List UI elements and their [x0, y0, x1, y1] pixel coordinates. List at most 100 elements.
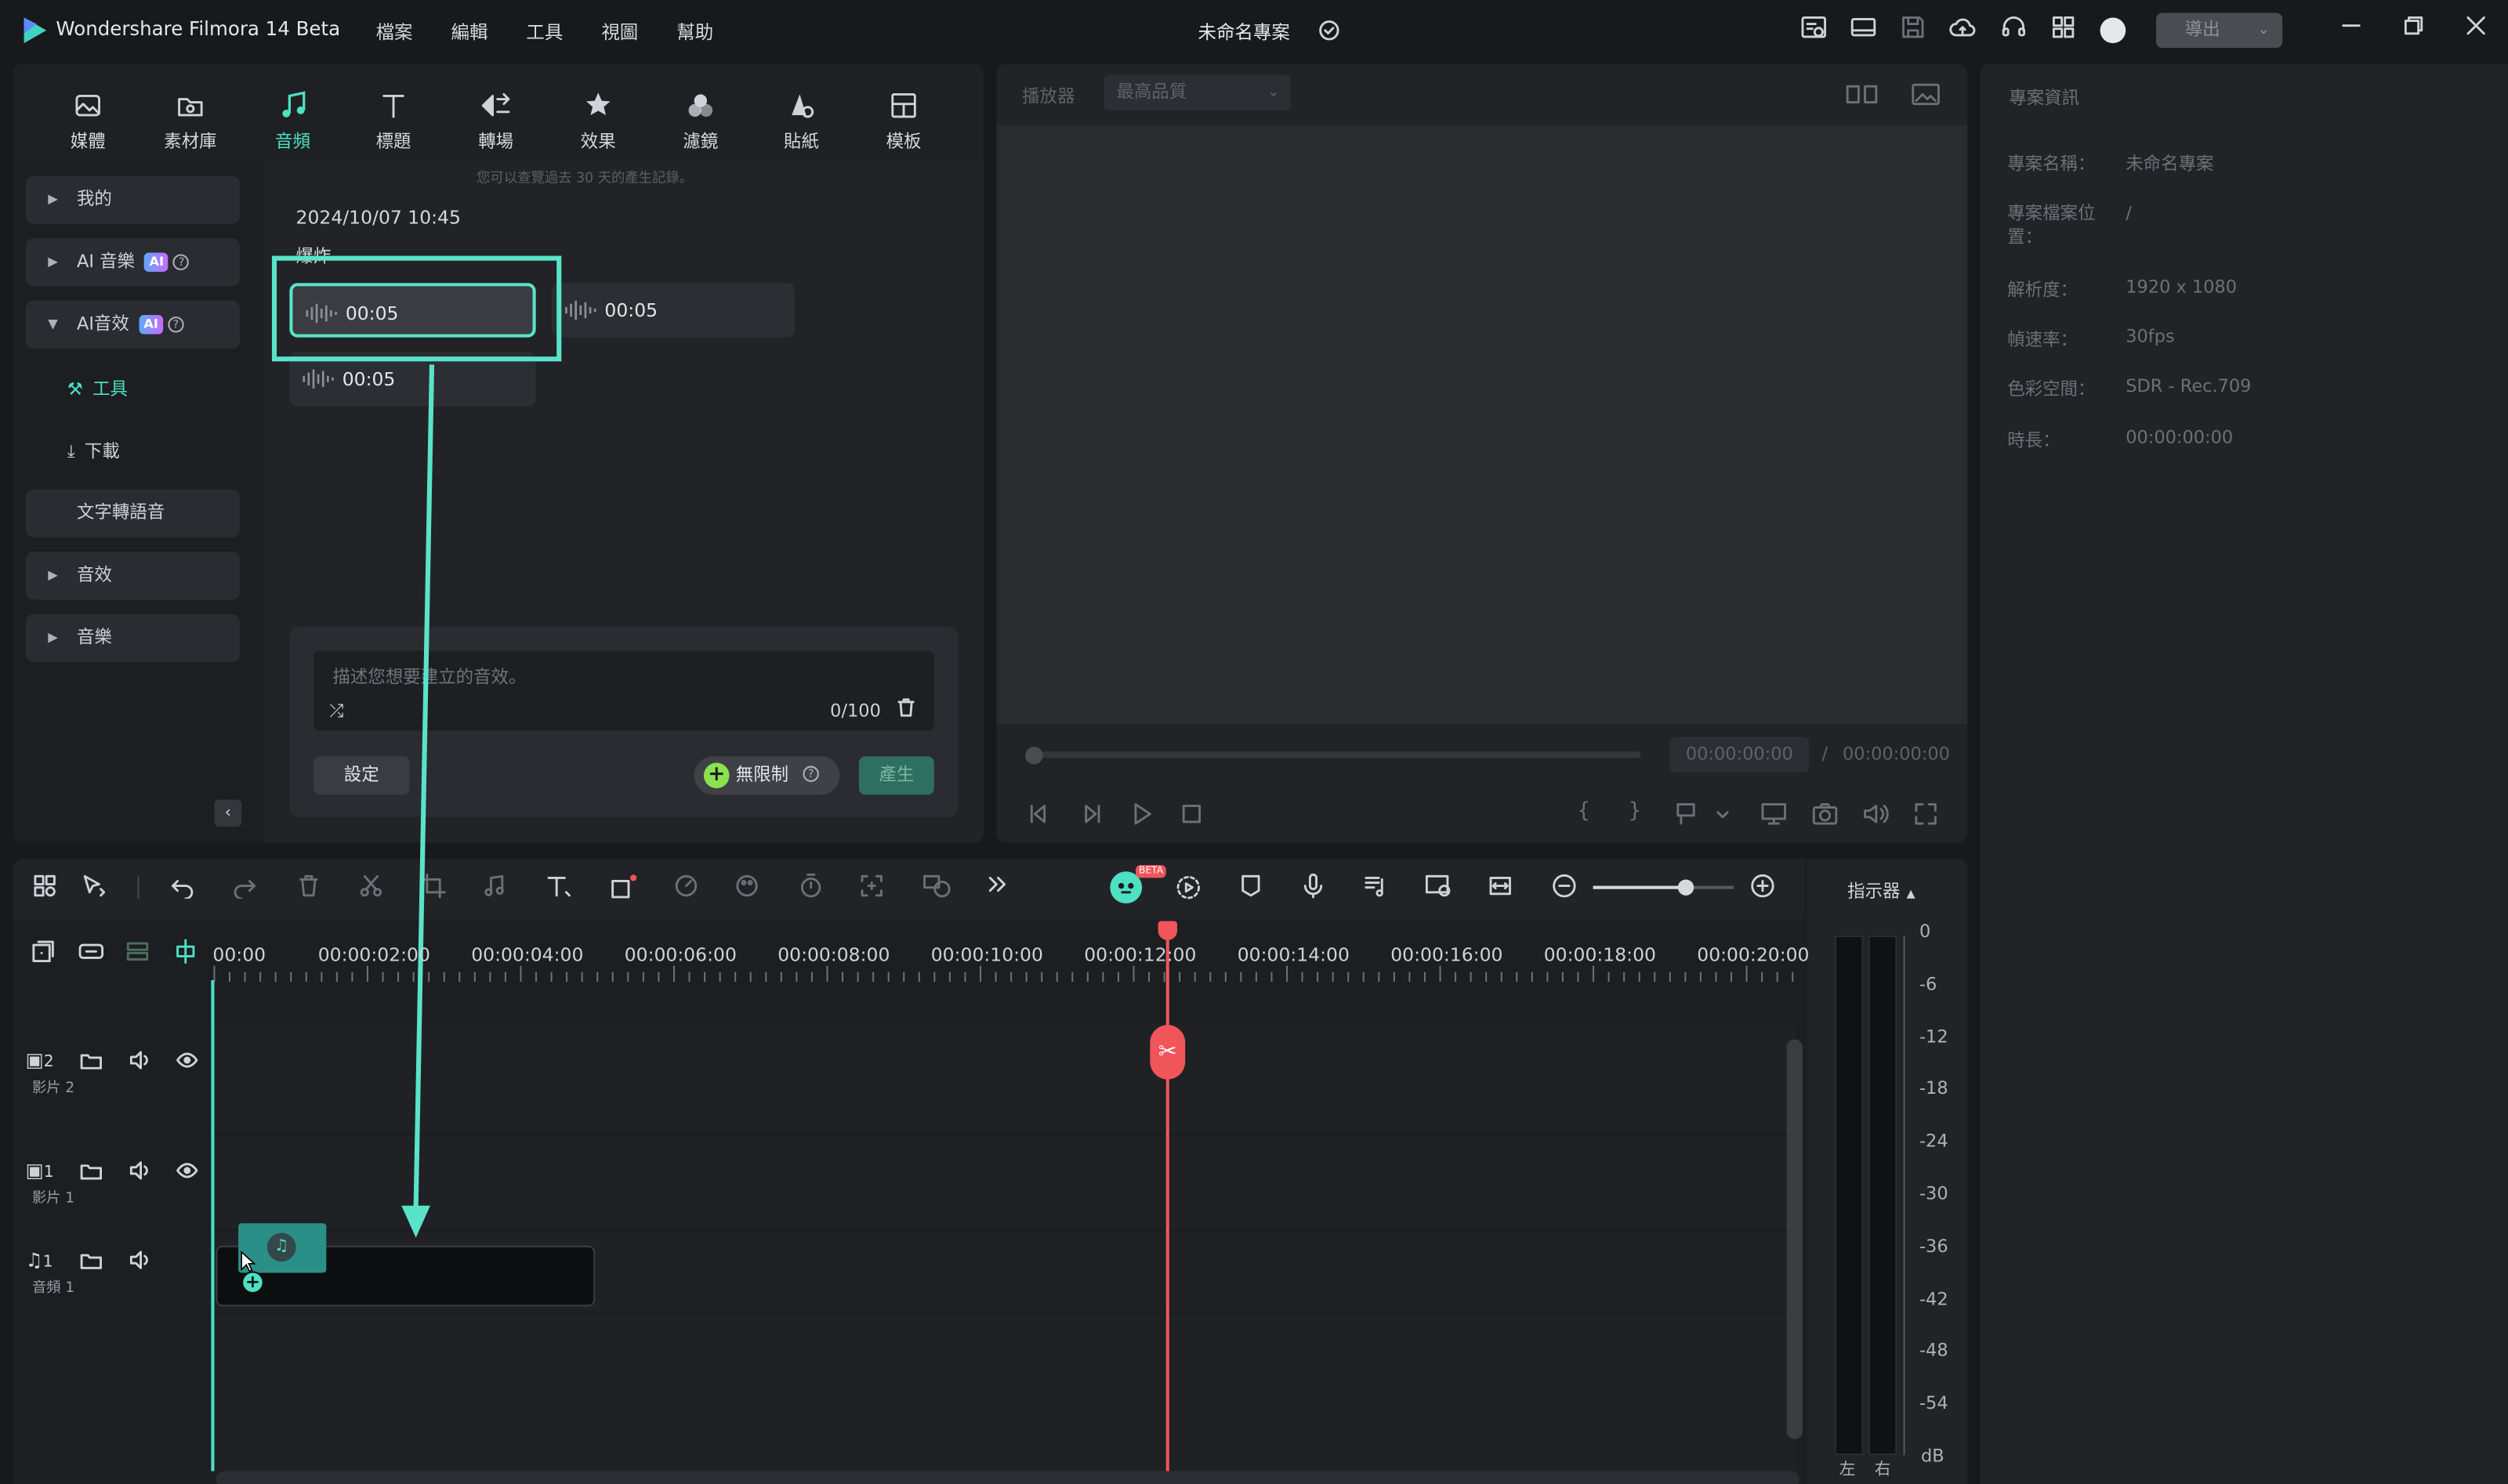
marketplace-icon[interactable] [1799, 13, 1835, 48]
tab-library[interactable]: 素材庫 [150, 89, 230, 154]
timer-icon[interactable] [798, 873, 830, 905]
help-icon[interactable]: ? [168, 317, 184, 333]
headset-support-icon[interactable] [1999, 13, 2035, 48]
sidebar-item-download[interactable]: ⤓ 下載 [67, 438, 120, 464]
fit-timeline-icon[interactable] [1488, 873, 1520, 905]
tab-transitions[interactable]: 轉場 [456, 89, 536, 154]
restore-icon[interactable] [2401, 13, 2436, 48]
speed-icon[interactable] [672, 873, 704, 905]
timeline-vertical-scrollbar[interactable] [1786, 1039, 1803, 1439]
timeline-horizontal-scrollbar[interactable] [216, 1471, 1799, 1484]
layout-grid-icon[interactable] [32, 873, 64, 905]
folder-lock-icon[interactable] [80, 1161, 103, 1180]
tab-filters[interactable]: 濾鏡 [661, 89, 741, 154]
undo-icon[interactable] [169, 873, 201, 905]
speaker-icon[interactable] [129, 1249, 152, 1272]
zoom-slider[interactable] [1593, 885, 1734, 889]
sidebar-item-mine[interactable]: ▶ 我的 [25, 176, 241, 224]
folder-lock-icon[interactable] [80, 1251, 103, 1269]
next-frame-icon[interactable] [1078, 801, 1104, 827]
volume-icon[interactable] [1861, 801, 1890, 827]
menu-edit[interactable]: 編輯 [451, 19, 488, 45]
help-icon[interactable]: ? [173, 254, 190, 270]
tab-audio[interactable]: 音頻 [252, 89, 332, 154]
delete-icon[interactable] [296, 873, 328, 905]
trash-icon[interactable] [896, 697, 917, 718]
menu-file[interactable]: 檔案 [376, 19, 413, 45]
scrubber-handle[interactable] [1025, 747, 1043, 765]
settings-button[interactable]: 設定 [313, 756, 410, 795]
more-tools-icon[interactable] [985, 873, 1017, 905]
collapse-sidebar-button[interactable]: ‹ [214, 799, 242, 827]
generate-button[interactable]: 產生 [858, 756, 934, 795]
user-avatar[interactable] [2100, 17, 2126, 44]
cloud-upload-icon[interactable] [1948, 13, 1984, 48]
split-scissors-icon[interactable] [358, 873, 390, 905]
playhead-handle[interactable] [1158, 921, 1178, 940]
add-track-icon[interactable] [31, 939, 56, 965]
ai-translate-icon[interactable] [922, 873, 954, 905]
speaker-icon[interactable] [129, 1160, 152, 1182]
stop-icon[interactable] [1179, 801, 1205, 827]
sidebar-item-ai-music[interactable]: ▶ AI 音樂 AI? [25, 238, 241, 287]
track-view-icon[interactable] [125, 939, 150, 965]
tab-media[interactable]: 媒體 [48, 89, 128, 154]
unlimited-credits-badge[interactable]: + 無限制 ? [694, 756, 840, 795]
display-icon[interactable] [1760, 801, 1789, 827]
link-clips-icon[interactable] [77, 939, 106, 965]
help-icon[interactable]: ? [803, 766, 819, 782]
camera-icon[interactable] [1810, 801, 1839, 827]
magnet-snap-icon[interactable] [172, 939, 198, 965]
close-icon[interactable] [2463, 13, 2499, 48]
folder-lock-icon[interactable] [80, 1051, 103, 1070]
fullscreen-icon[interactable] [1913, 801, 1939, 827]
tab-titles[interactable]: 標題 [353, 89, 433, 154]
audio-clip-item[interactable]: 00:05 [552, 283, 796, 338]
sidebar-item-music[interactable]: ▶ 音樂 [25, 614, 241, 662]
sidebar-item-tts[interactable]: 文字轉語音 [25, 489, 241, 537]
render-preview-icon[interactable] [1174, 873, 1206, 905]
layout-icon[interactable] [1849, 13, 1884, 48]
meter-dropdown[interactable]: 指示器 ▲ [1847, 878, 1915, 903]
music-list-icon[interactable] [1363, 873, 1395, 905]
menu-tools[interactable]: 工具 [526, 19, 563, 45]
speaker-icon[interactable] [129, 1049, 152, 1072]
zoom-slider-handle[interactable] [1677, 879, 1694, 896]
menu-help[interactable]: 幫助 [676, 19, 713, 45]
marker-shield-icon[interactable] [1238, 873, 1270, 905]
playback-scrubber[interactable] [1033, 751, 1641, 758]
compare-view-icon[interactable] [1846, 83, 1878, 106]
microphone-icon[interactable] [1300, 873, 1332, 905]
shuffle-icon[interactable]: ⤮ [329, 700, 343, 723]
project-title[interactable]: 未命名專案 [1198, 19, 1290, 45]
color-palette-icon[interactable] [734, 873, 767, 905]
audio-edit-icon[interactable] [481, 873, 513, 905]
playhead-line[interactable] [1165, 930, 1169, 1484]
redo-icon[interactable] [232, 873, 264, 905]
prev-frame-icon[interactable] [1027, 801, 1053, 827]
save-icon[interactable] [1898, 13, 1934, 48]
shape-icon[interactable] [610, 873, 642, 905]
tab-effects[interactable]: 效果 [558, 89, 638, 154]
quality-select[interactable]: 最高品質 ⌄ [1104, 74, 1291, 110]
eye-icon[interactable] [176, 1161, 198, 1180]
apps-grid-icon[interactable] [2049, 13, 2084, 48]
eye-icon[interactable] [176, 1051, 198, 1070]
minimize-icon[interactable] [2339, 13, 2374, 48]
tab-templates[interactable]: 模板 [864, 89, 944, 154]
marker-dropdown-icon[interactable] [1673, 801, 1731, 827]
snapshot-view-icon[interactable] [1912, 83, 1941, 106]
zoom-out-icon[interactable] [1552, 873, 1584, 905]
menu-view[interactable]: 視圖 [601, 19, 638, 45]
picture-in-picture-icon[interactable] [1423, 873, 1455, 905]
export-button[interactable]: 導出 ⌄ [2155, 13, 2283, 49]
sidebar-item-tools[interactable]: ⚒ 工具 [67, 376, 128, 402]
sidebar-item-sfx[interactable]: ▶ 音效 [25, 552, 241, 600]
play-icon[interactable] [1129, 801, 1155, 827]
mark-in-icon[interactable]: { [1577, 799, 1590, 823]
auto-reframe-icon[interactable] [859, 873, 891, 905]
playhead-scissors-icon[interactable]: ✂ [1150, 1025, 1186, 1080]
zoom-in-icon[interactable] [1750, 873, 1782, 905]
sidebar-item-ai-sfx[interactable]: ▼ AI音效 AI? [25, 300, 241, 349]
add-text-icon[interactable] [545, 873, 578, 905]
